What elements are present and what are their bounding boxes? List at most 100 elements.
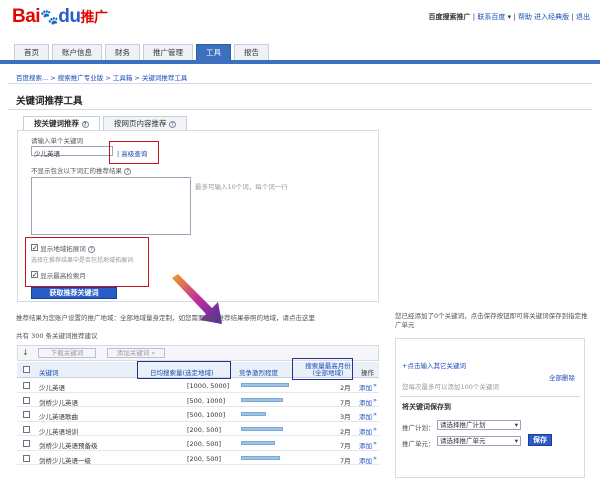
row-add-link[interactable]: 添加	[359, 397, 372, 407]
tab-by-keyword[interactable]: 按关键词推荐 ?	[23, 116, 100, 130]
dropdown-icon[interactable]: ▾	[508, 13, 512, 21]
row-keyword: 少儿英语歌曲	[39, 413, 78, 421]
contact-link[interactable]: 联系百度	[477, 13, 505, 21]
exclude-hint: 最多可输入10个词，每个词一行	[195, 183, 288, 191]
baidu-logo: Bai🐾du推广	[12, 6, 108, 28]
sort-arrow-icon[interactable]: ↓	[22, 348, 29, 357]
row-keyword: 剑桥少儿英语	[39, 398, 78, 407]
tab-by-keyword-label: 按关键词推荐	[34, 119, 79, 128]
row-volume: [500, 1000]	[187, 411, 226, 419]
chevron-right-icon[interactable]: »	[373, 396, 377, 404]
breadcrumb[interactable]: 百度搜索... > 搜索推广专业版 > 工具箱 > 关键词推荐工具	[16, 72, 187, 82]
help-icon[interactable]: ?	[124, 168, 132, 175]
checkbox[interactable]	[31, 244, 38, 251]
top-links: 百度搜索推广 | 联系百度 ▾ | 帮助 进入经典版 | 退出	[429, 12, 590, 22]
opt-peak-row[interactable]: 显示最高检索月	[31, 270, 86, 280]
select-all-checkbox[interactable]	[23, 366, 30, 373]
tab-finance[interactable]: 财务	[105, 44, 140, 60]
row-checkbox[interactable]	[23, 396, 30, 404]
row-keyword: 少儿英语培训	[39, 427, 78, 436]
row-keyword: 剑桥少儿英语一级	[39, 456, 91, 465]
help-icon[interactable]: ?	[87, 246, 95, 253]
opt-region-label: 显示地域拓展词	[40, 245, 86, 253]
save-to-label: 将关键词保存到	[402, 403, 451, 411]
tab-tools[interactable]: 工具	[196, 44, 231, 60]
competition-bar	[241, 426, 283, 431]
row-add-link[interactable]: 添加	[359, 426, 372, 436]
table-body: 少儿英语 [1000, 5000] 2月 添加» 剑桥少儿英语 [500, 1000] 7月…	[17, 378, 379, 465]
plan-select-value: 请选择推广计划	[440, 421, 486, 429]
help-link[interactable]: 帮助	[518, 13, 532, 21]
row-keyword: 剑桥少儿英语预备级	[39, 442, 98, 450]
row-add-link[interactable]: 添加	[359, 411, 372, 421]
right-note: 您已经添加了0个关键词，点击保存按钮即可将关键词保存到指定推广单元	[395, 312, 588, 329]
divider	[8, 83, 592, 84]
chevron-down-icon: ▾	[514, 421, 518, 429]
row-checkbox[interactable]	[23, 382, 30, 389]
row-peak-month: 7月	[340, 398, 351, 407]
chevron-right-icon[interactable]: »	[373, 425, 377, 433]
clear-all-link[interactable]: 全部删除	[549, 372, 575, 382]
unit-select-value: 请选择推广单元	[440, 437, 486, 445]
tab-home[interactable]: 首页	[14, 44, 49, 60]
paw-icon: 🐾	[40, 9, 59, 26]
tab-by-webpage[interactable]: 按网页内容推荐 ?	[103, 116, 187, 130]
unit-label: 推广单元：	[402, 440, 435, 448]
nav-bar-line	[0, 60, 600, 64]
tab-account[interactable]: 账户信息	[52, 44, 102, 60]
logout-link[interactable]: 退出	[576, 13, 590, 21]
row-checkbox[interactable]	[23, 454, 30, 462]
divider	[400, 396, 580, 397]
row-peak-month: 7月	[340, 456, 351, 465]
download-button[interactable]: 下载关键词	[38, 348, 96, 358]
plan-label: 推广计划：	[402, 424, 435, 432]
page-title: 关键词推荐工具	[16, 96, 83, 107]
highlight-box	[292, 358, 353, 380]
row-add-link[interactable]: 添加	[359, 382, 372, 392]
divider	[8, 109, 592, 110]
add-keywords-button[interactable]: 添加关键词 »	[107, 348, 165, 358]
row-peak-month: 2月	[340, 427, 351, 436]
unit-select[interactable]: 请选择推广单元 ▾	[437, 436, 521, 446]
row-checkbox[interactable]	[23, 411, 30, 418]
table-row: 少儿英语歌曲 [500, 1000] 3月 添加»	[17, 407, 379, 422]
opt-region-row[interactable]: 显示地域拓展词 ?	[31, 243, 95, 253]
chevron-right-icon[interactable]: »	[373, 439, 377, 447]
keyword-input[interactable]: 少儿英语	[31, 146, 113, 158]
tab-report[interactable]: 报告	[234, 44, 269, 60]
advanced-query-link[interactable]: | 高级查询	[117, 148, 147, 158]
chevron-down-icon: ▾	[514, 437, 518, 445]
plan-select[interactable]: 请选择推广计划 ▾	[437, 420, 521, 430]
row-peak-month: 7月	[340, 442, 351, 450]
exclude-label: 不显示包含以下词汇的推荐结果 ?	[31, 165, 132, 175]
chevron-right-icon[interactable]: »	[373, 381, 377, 389]
chevron-right-icon[interactable]: »	[373, 454, 377, 462]
get-keywords-button[interactable]: 获取推荐关键词	[31, 287, 117, 299]
row-checkbox[interactable]	[23, 425, 30, 433]
competition-bar	[241, 383, 289, 387]
exclude-textarea[interactable]	[31, 177, 191, 235]
account-name: 百度搜索推广	[428, 13, 471, 21]
single-kw-label: 请输入单个关键词	[31, 137, 83, 145]
tab-manage[interactable]: 推广管理	[143, 44, 193, 60]
help-icon[interactable]: ?	[168, 121, 176, 128]
table-row: 剑桥少儿英语一级 [200, 500] 7月 添加»	[17, 451, 379, 465]
save-button[interactable]: 保存	[528, 434, 552, 446]
exclude-label-text: 不显示包含以下词汇的推荐结果	[31, 167, 122, 175]
classic-link[interactable]: 进入经典版	[534, 13, 569, 21]
checkbox[interactable]	[31, 271, 38, 278]
row-checkbox[interactable]	[23, 440, 30, 447]
help-icon[interactable]: ?	[81, 121, 89, 128]
col-keyword[interactable]: 关键词	[39, 367, 59, 377]
row-add-link[interactable]: 添加	[359, 455, 372, 465]
col-competition[interactable]: 竞争激烈程度	[239, 367, 278, 377]
row-volume: [200, 500]	[187, 440, 222, 448]
table-row: 少儿英语 [1000, 5000] 2月 添加»	[17, 378, 379, 393]
chevron-right-icon[interactable]: »	[373, 410, 377, 418]
table-row: 剑桥少儿英语 [500, 1000] 7月 添加»	[17, 393, 379, 407]
logo-tuiguang: 推广	[80, 9, 108, 25]
region-note: 推荐结果为您账户设置的推广地域：全部地域量身定制，如您需要调整推荐结果参照的地域…	[16, 314, 315, 322]
add-other-link[interactable]: +点击输入其它关键词	[402, 360, 466, 370]
competition-bar	[241, 441, 275, 445]
row-add-link[interactable]: 添加	[359, 440, 372, 450]
